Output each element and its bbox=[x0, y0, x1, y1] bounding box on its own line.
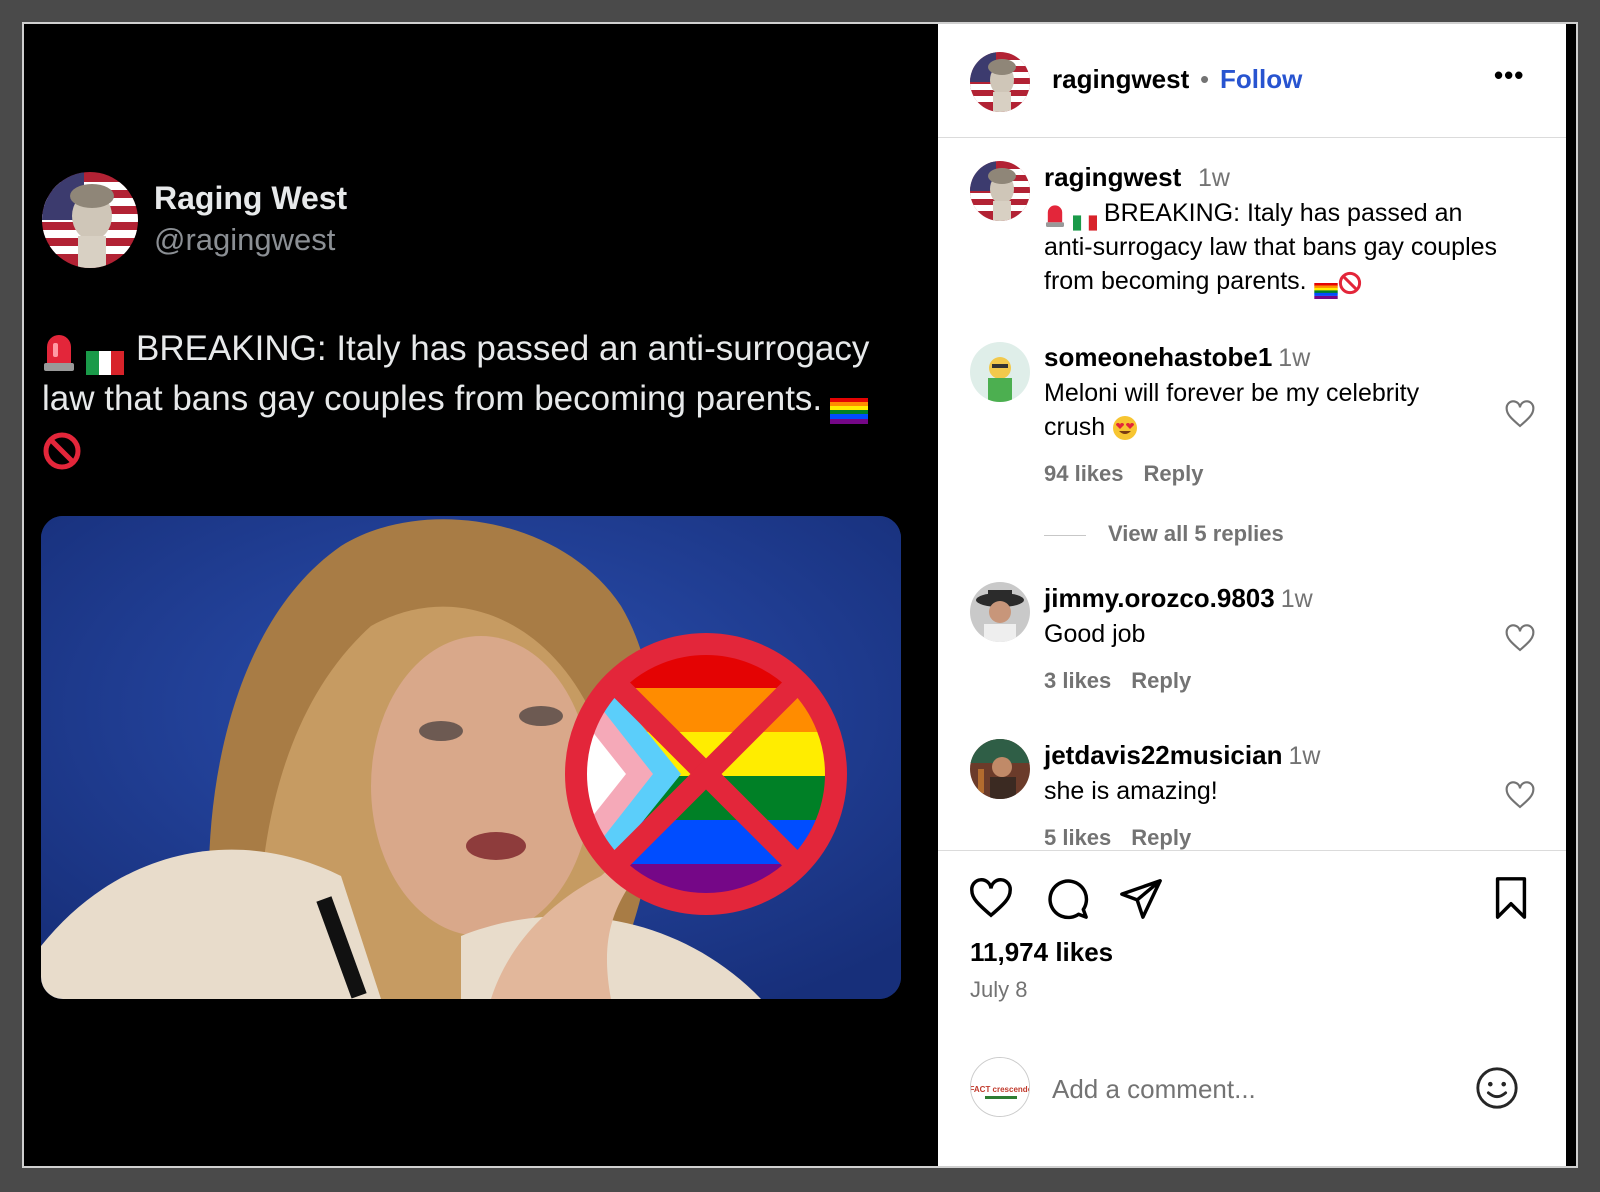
post-author-username[interactable]: ragingwest bbox=[1052, 64, 1189, 95]
commenter-avatar[interactable] bbox=[970, 739, 1030, 799]
heart-eyes-emoji bbox=[1112, 415, 1138, 441]
post-header: ragingwest • Follow ••• bbox=[938, 24, 1566, 138]
instagram-post-panel: ragingwest • Follow ••• ragingwest 1w BR… bbox=[938, 24, 1566, 1166]
tweet-photo[interactable] bbox=[41, 516, 901, 999]
smiley-icon[interactable] bbox=[1474, 1065, 1520, 1111]
comment-likes[interactable]: 5 likes bbox=[1044, 825, 1111, 850]
heart-icon[interactable] bbox=[968, 875, 1014, 921]
bookmark-icon[interactable] bbox=[1488, 875, 1534, 921]
tweet-handle[interactable]: @ragingwest bbox=[154, 222, 335, 258]
share-icon[interactable] bbox=[1118, 875, 1164, 921]
like-count[interactable]: 11,974 likes bbox=[970, 937, 1113, 968]
commenter-avatar[interactable] bbox=[970, 582, 1030, 642]
comment-meta: 3 likes Reply bbox=[1044, 668, 1191, 694]
comment-meta: 5 likes Reply bbox=[1044, 825, 1191, 851]
view-replies-button[interactable]: View all 5 replies bbox=[1044, 521, 1284, 547]
rainbow-flag-emoji bbox=[1313, 274, 1338, 300]
caption-avatar[interactable] bbox=[970, 161, 1030, 221]
like-comment-heart-icon[interactable] bbox=[1504, 779, 1536, 811]
tweet-display-name[interactable]: Raging West bbox=[154, 180, 347, 217]
post-date: July 8 bbox=[970, 977, 1028, 1002]
comment-text: Meloni will forever be my celebrity crus… bbox=[1044, 379, 1420, 441]
siren-emoji bbox=[42, 331, 76, 371]
comment-time: 1w bbox=[1288, 742, 1321, 770]
header-separator: • bbox=[1200, 64, 1210, 94]
tweet-card: Raging West @ragingwest BREAKING: Italy … bbox=[24, 24, 936, 1166]
no-entry-emoji bbox=[1338, 270, 1362, 295]
comment-username[interactable]: someonehastobe1 1w bbox=[1044, 342, 1310, 373]
comment-username[interactable]: jimmy.orozco.9803 1w bbox=[1044, 583, 1313, 614]
comment-icon[interactable] bbox=[1044, 875, 1090, 921]
caption-username[interactable]: ragingwest bbox=[1044, 162, 1181, 193]
current-user-avatar: FACT crescendo bbox=[970, 1057, 1030, 1117]
caption-time: 1w bbox=[1198, 164, 1230, 192]
siren-emoji bbox=[1044, 202, 1066, 228]
comment-time: 1w bbox=[1280, 585, 1313, 613]
follow-button[interactable]: Follow bbox=[1220, 64, 1302, 95]
comment-text: Good job bbox=[1044, 620, 1146, 648]
reply-button[interactable]: Reply bbox=[1144, 461, 1204, 486]
comment-likes[interactable]: 94 likes bbox=[1044, 461, 1124, 486]
italy-flag-emoji bbox=[86, 339, 124, 375]
more-icon[interactable]: ••• bbox=[1494, 60, 1524, 91]
tweet-avatar[interactable] bbox=[42, 172, 138, 268]
like-comment-heart-icon[interactable] bbox=[1504, 622, 1536, 654]
tweet-body: BREAKING: Italy has passed an anti-surro… bbox=[42, 324, 912, 474]
commenter-avatar[interactable] bbox=[970, 342, 1030, 402]
caption-text: BREAKING: Italy has passed an anti-surro… bbox=[1044, 196, 1514, 300]
comment-time: 1w bbox=[1278, 344, 1311, 372]
add-comment-input[interactable] bbox=[1052, 1071, 1452, 1107]
like-comment-heart-icon[interactable] bbox=[1504, 398, 1536, 430]
post-actions: 11,974 likes July 8 FACT crescendo bbox=[938, 850, 1566, 1166]
italy-flag-emoji bbox=[1072, 206, 1097, 231]
tweet-text: BREAKING: Italy has passed an anti-surro… bbox=[42, 329, 870, 418]
reply-button[interactable]: Reply bbox=[1131, 668, 1191, 693]
comment-likes[interactable]: 3 likes bbox=[1044, 668, 1111, 693]
avatar-logo-text: FACT crescendo bbox=[971, 1085, 1030, 1094]
post-author-avatar[interactable] bbox=[970, 52, 1030, 112]
comment-meta: 94 likes Reply bbox=[1044, 461, 1203, 487]
no-entry-emoji bbox=[42, 431, 82, 471]
comment-username[interactable]: jetdavis22musician 1w bbox=[1044, 740, 1320, 771]
rainbow-flag-emoji bbox=[830, 388, 869, 424]
comment-text: she is amazing! bbox=[1044, 777, 1218, 805]
screenshot-frame: Raging West @ragingwest BREAKING: Italy … bbox=[22, 22, 1578, 1168]
reply-button[interactable]: Reply bbox=[1131, 825, 1191, 850]
caption-body: BREAKING: Italy has passed an anti-surro… bbox=[1044, 199, 1498, 295]
